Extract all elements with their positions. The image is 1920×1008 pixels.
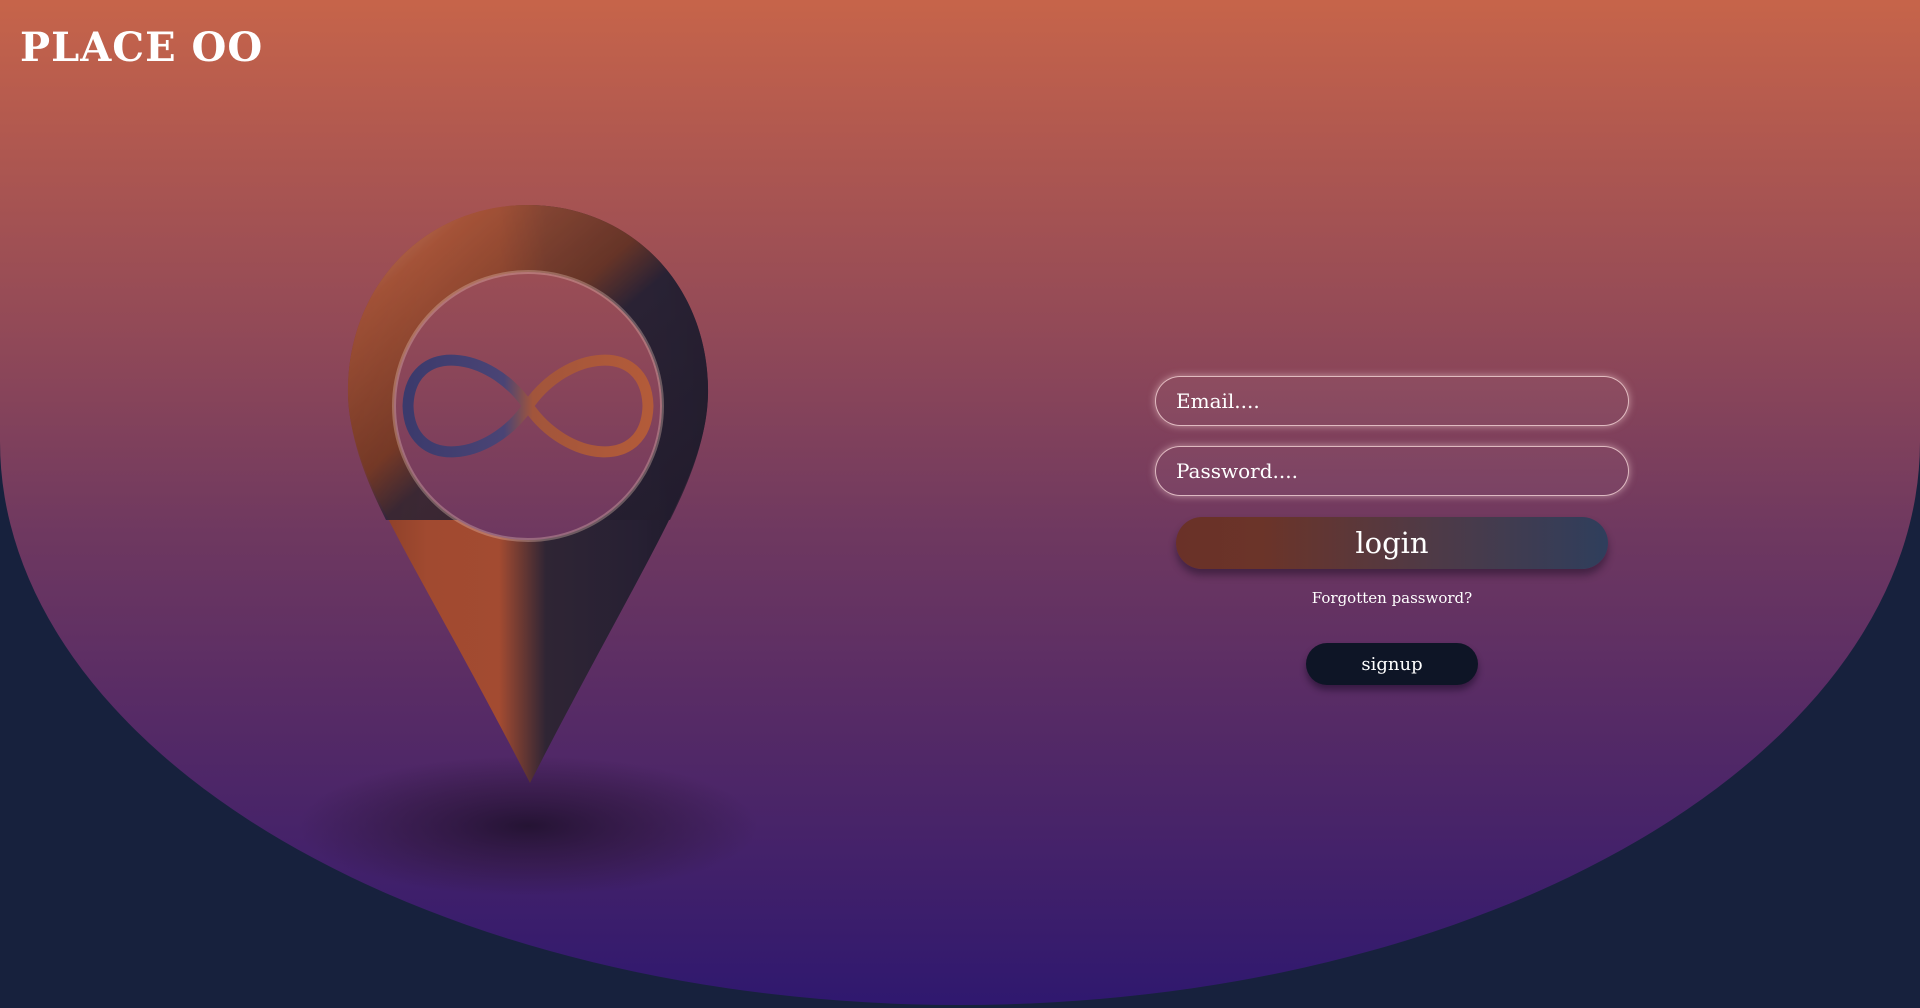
hero-illustration: [298, 190, 758, 896]
login-form: login Forgotten password? signup: [1155, 376, 1629, 685]
email-field[interactable]: [1155, 376, 1629, 426]
gradient-backdrop: [0, 0, 1920, 1005]
forgot-password-link[interactable]: Forgotten password?: [1282, 589, 1502, 607]
signup-button[interactable]: signup: [1306, 643, 1478, 685]
map-pin-infinity-icon: [298, 205, 758, 896]
login-button[interactable]: login: [1176, 517, 1608, 569]
login-page: PLACE OO Email.... login Forgotten passw…: [0, 0, 1920, 1008]
brand-logo[interactable]: PLACE OO: [20, 24, 263, 71]
password-field[interactable]: [1155, 446, 1629, 496]
